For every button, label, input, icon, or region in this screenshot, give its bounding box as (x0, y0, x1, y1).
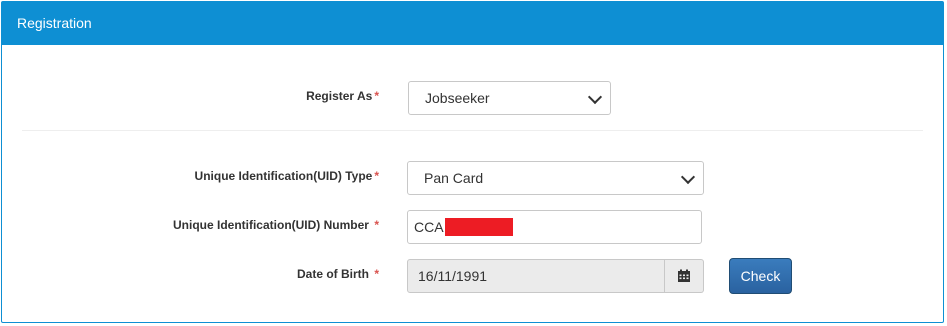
divider (22, 130, 923, 131)
dob-label: Date of Birth * (202, 267, 379, 281)
calendar-button[interactable] (665, 259, 704, 293)
chevron-down-icon (680, 169, 696, 185)
chevron-down-icon (587, 89, 603, 105)
check-button[interactable]: Check (729, 258, 792, 294)
required-mark: * (374, 267, 379, 281)
panel-title: Registration (17, 15, 92, 31)
register-as-select[interactable]: Jobseeker (408, 81, 611, 115)
uid-number-input[interactable]: CCA (407, 210, 702, 244)
required-mark: * (374, 218, 379, 232)
redaction-block (444, 218, 513, 236)
register-as-selected-value: Jobseeker (425, 90, 490, 106)
uid-type-selected-value: Pan Card (424, 170, 484, 186)
required-mark: * (374, 169, 379, 183)
uid-type-label: Unique Identification(UID) Type * (122, 169, 379, 183)
check-button-label: Check (740, 268, 781, 284)
required-mark: * (374, 89, 379, 103)
uid-type-label-text: Unique Identification(UID) Type (194, 169, 373, 183)
register-as-label-text: Register As (306, 89, 373, 103)
uid-number-value: CCA (414, 219, 444, 235)
dob-label-text: Date of Birth (296, 267, 373, 281)
uid-number-label: Unique Identification(UID) Number * (102, 218, 379, 232)
uid-number-label-text: Unique Identification(UID) Number (172, 218, 373, 232)
dob-value: 16/11/1991 (418, 268, 488, 284)
registration-panel: Registration Register As * Jobseeker Uniq… (1, 1, 944, 323)
calendar-icon (678, 269, 690, 282)
dob-input[interactable]: 16/11/1991 (407, 259, 665, 293)
register-as-label: Register As * (182, 89, 379, 103)
uid-type-select[interactable]: Pan Card (407, 161, 704, 195)
panel-header: Registration (2, 2, 943, 45)
